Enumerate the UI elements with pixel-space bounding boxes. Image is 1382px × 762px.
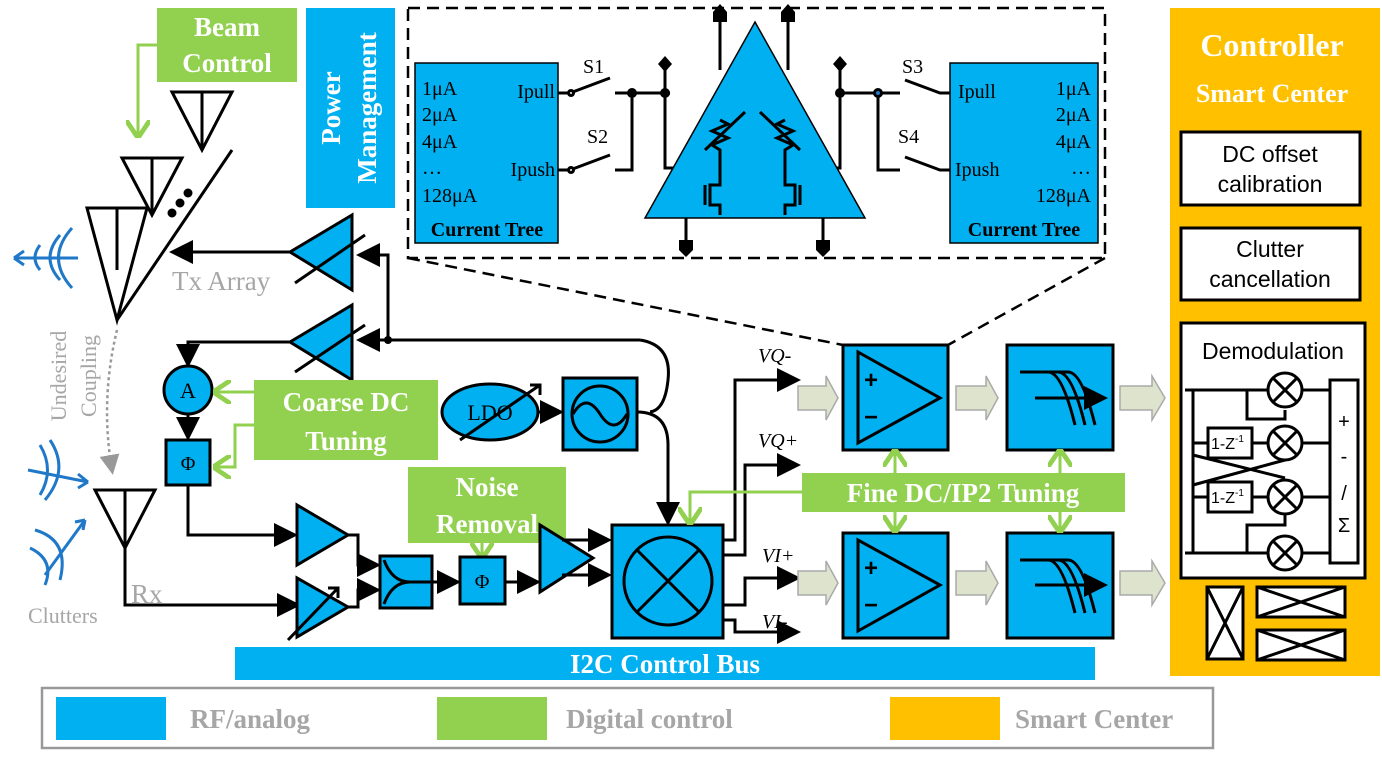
svg-text:S3: S3: [902, 56, 923, 78]
svg-text:Control: Control: [182, 48, 272, 78]
rx-antenna: [92, 488, 295, 605]
svg-text:Undesired: Undesired: [46, 331, 71, 421]
svg-text:128μA: 128μA: [422, 185, 478, 207]
rx-lna: [286, 502, 381, 642]
svg-text:1μA: 1μA: [1056, 78, 1092, 100]
svg-text:Clutter: Clutter: [1236, 236, 1304, 262]
svg-text:4μA: 4μA: [1056, 131, 1092, 153]
controller-smart-center: Controller Smart Center DC offset calibr…: [1170, 8, 1380, 676]
svg-text:Ipush: Ipush: [511, 159, 555, 181]
svg-text:Noise: Noise: [456, 472, 519, 502]
tunable-filter-q: [1005, 343, 1113, 452]
legend: RF/analog Digital control Smart Center: [40, 686, 1215, 750]
svg-text:Management: Management: [352, 32, 382, 183]
tunable-filter-i: [1005, 531, 1113, 640]
noise-phase-shifter: Φ: [458, 555, 541, 606]
svg-text:I2C Control Bus: I2C Control Bus: [570, 649, 760, 679]
svg-text:Smart Center: Smart Center: [1015, 704, 1173, 734]
svg-text:VQ-: VQ-: [758, 345, 791, 367]
svg-text:Power: Power: [316, 71, 346, 144]
svg-text:calibration: calibration: [1218, 171, 1323, 197]
baseband-amplifier-q: + −: [841, 343, 950, 452]
svg-text:DC offset: DC offset: [1222, 141, 1318, 167]
svg-text:Coupling: Coupling: [76, 335, 101, 417]
svg-text:LDO: LDO: [467, 400, 512, 425]
svg-text:VI-: VI-: [762, 611, 788, 633]
mixer-block: [610, 368, 801, 644]
svg-text:Coarse DC: Coarse DC: [283, 387, 410, 417]
dc-offset-calibration-block: DC offset calibration: [1179, 130, 1362, 207]
svg-text:S4: S4: [898, 126, 919, 148]
rx-label: Rx: [131, 579, 163, 609]
svg-text:Ipush: Ipush: [955, 159, 999, 181]
svg-text:Φ: Φ: [475, 571, 490, 593]
svg-text:1μA: 1μA: [422, 78, 458, 100]
demodulation-block: Demodulation 1-Z-1 1-Z-1 + - / Σ: [1179, 321, 1367, 580]
svg-text:−: −: [864, 592, 878, 619]
undesired-coupling-label: Undesired Coupling: [46, 329, 120, 475]
radiated-signal-icon: [13, 226, 78, 290]
svg-text:Ipull: Ipull: [517, 81, 555, 103]
svg-text:4μA: 4μA: [422, 131, 458, 153]
svg-text:Demodulation: Demodulation: [1202, 338, 1344, 364]
svg-text:cancellation: cancellation: [1209, 266, 1330, 292]
svg-text:128μA: 128μA: [1036, 185, 1092, 207]
svg-text:Fine DC/IP2 Tuning: Fine DC/IP2 Tuning: [847, 478, 1080, 508]
svg-text:VQ+: VQ+: [758, 430, 798, 452]
coarse-dc-tuning-label: Coarse DC Tuning: [216, 380, 438, 467]
baseband-amplifier-i: + −: [841, 531, 950, 640]
svg-text:A: A: [180, 378, 196, 403]
svg-text:RF/analog: RF/analog: [190, 704, 311, 734]
svg-text:S1: S1: [583, 56, 604, 78]
clutters-label: Clutters: [28, 603, 98, 628]
output-labels: VQ- VQ+ VI+ VI-: [758, 345, 798, 633]
system-block-diagram: Beam Control Power Management Tx Array U…: [13, 4, 1380, 750]
svg-text:VI+: VI+: [762, 545, 794, 567]
svg-text:Φ: Φ: [181, 453, 196, 475]
svg-text:Current Tree: Current Tree: [968, 219, 1081, 241]
svg-text:+: +: [864, 555, 878, 582]
tx-array-label: Tx Array: [172, 266, 271, 296]
svg-text:Beam: Beam: [194, 12, 260, 42]
clutter-reflection-icon: [27, 439, 89, 586]
combiner-block: [378, 554, 455, 610]
current-tree-detail-inset: 1μA 2μA 4μA … 128μA Ipull Ipush Current …: [406, 4, 1107, 347]
svg-text:Tuning: Tuning: [305, 426, 387, 456]
svg-text:2μA: 2μA: [1056, 104, 1092, 126]
svg-text:Smart Center: Smart Center: [1196, 79, 1348, 108]
power-management-block: Power Management: [306, 8, 395, 208]
clutter-cancellation-block: Clutter cancellation: [1179, 226, 1362, 302]
gain-control-block: A: [162, 364, 214, 441]
svg-text:−: −: [864, 404, 878, 431]
svg-text:Removal: Removal: [436, 509, 538, 539]
oscillator-block: [561, 376, 680, 526]
svg-text:Ipull: Ipull: [958, 81, 996, 103]
i2c-control-bus: I2C Control Bus: [235, 647, 1095, 680]
svg-text:…: …: [1071, 157, 1091, 179]
svg-text:…: …: [422, 157, 442, 179]
legend-item-digital-control: Digital control: [437, 697, 733, 740]
ldo-block: LDO: [440, 382, 564, 442]
svg-text:Current Tree: Current Tree: [431, 219, 544, 241]
svg-text:Digital control: Digital control: [566, 704, 733, 734]
svg-text:-: -: [1341, 446, 1348, 468]
amplifier-core: [643, 4, 867, 257]
legend-item-smart-center: Smart Center: [890, 697, 1173, 740]
svg-text:2μA: 2μA: [422, 104, 458, 126]
current-tree-left: 1μA 2μA 4μA … 128μA Ipull Ipush Current …: [414, 62, 559, 244]
svg-text:Σ: Σ: [1338, 515, 1350, 537]
rx-driver-amp: [538, 522, 612, 595]
beam-control-label: Beam Control: [138, 8, 297, 135]
svg-text:+: +: [864, 367, 878, 394]
svg-text:+: +: [1338, 411, 1350, 433]
svg-text:/: /: [1341, 483, 1347, 505]
svg-text:Controller: Controller: [1200, 27, 1343, 63]
legend-item-rf-analog: RF/analog: [56, 697, 311, 740]
current-tree-right: 1μA 2μA 4μA … 128μA Ipull Ipush Current …: [949, 62, 1099, 244]
svg-text:S2: S2: [587, 126, 608, 148]
